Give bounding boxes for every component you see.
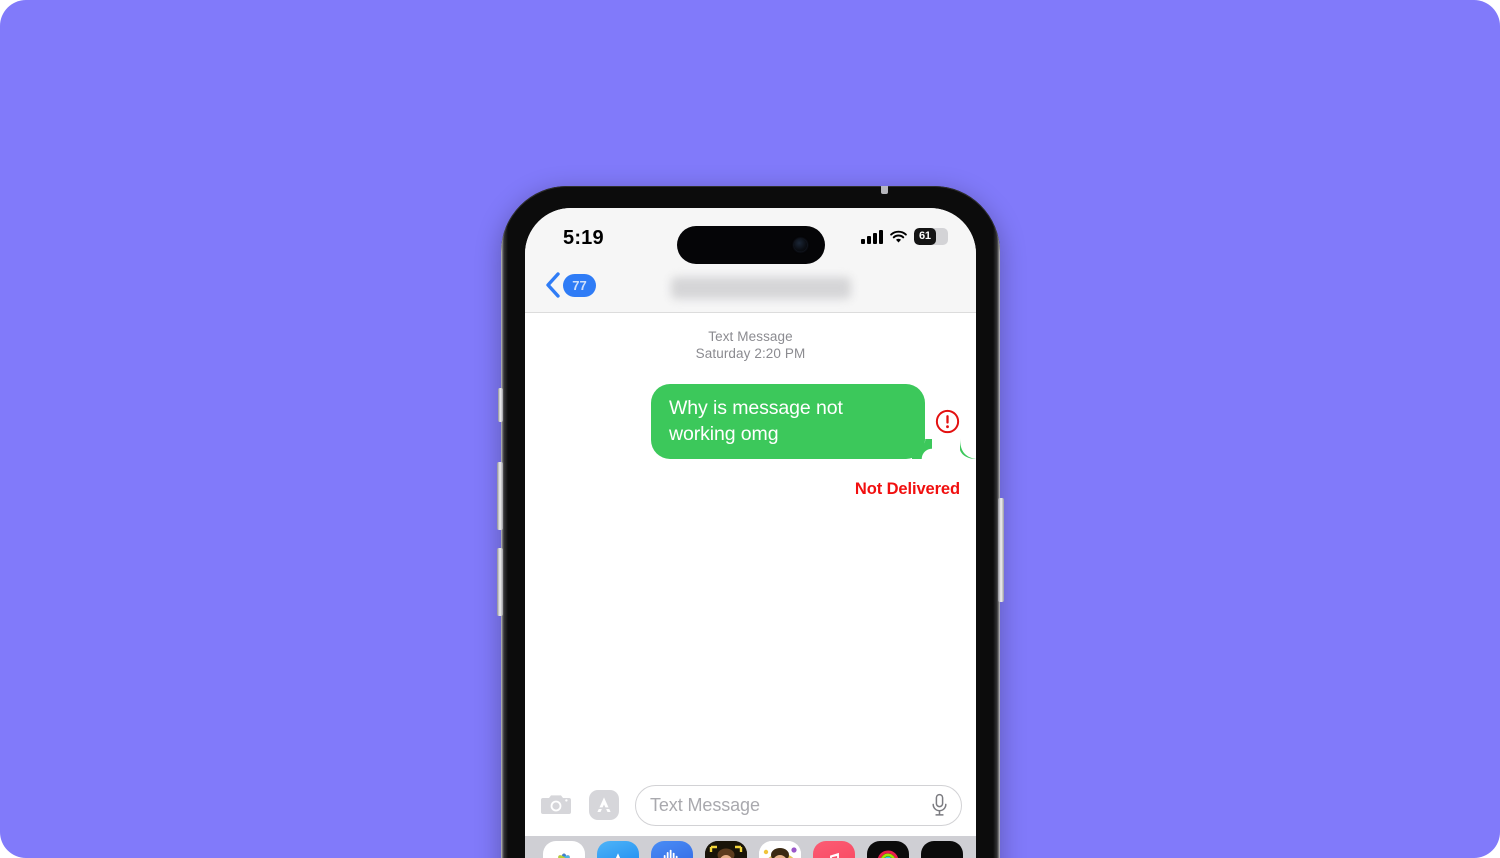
error-exclamation-icon[interactable]	[935, 409, 960, 434]
front-camera-icon	[793, 238, 807, 252]
thread-timestamp-header: Text Message Saturday 2:20 PM	[525, 329, 976, 362]
photos-app-icon[interactable]	[543, 841, 585, 858]
conversation-nav-bar: 77	[525, 264, 976, 313]
thread-date-label: Saturday 2:20 PM	[695, 345, 806, 361]
not-delivered-status: Not Delivered	[854, 480, 960, 498]
microphone-icon[interactable]	[930, 793, 949, 817]
message-input-bar: Text Message	[525, 774, 976, 836]
contact-name-redacted[interactable]	[671, 277, 851, 299]
status-indicators: 61	[861, 228, 948, 245]
message-thread: Text Message Saturday 2:20 PM Why is mes…	[525, 313, 976, 739]
message-bubble-outgoing[interactable]: Why is message not working omg	[651, 384, 925, 459]
back-chevron-icon	[546, 272, 560, 298]
bubble-tail	[960, 438, 976, 459]
unread-count-badge: 77	[563, 273, 596, 297]
text-message-placeholder: Text Message	[650, 794, 760, 815]
apple-music-app-icon[interactable]	[813, 841, 855, 858]
more-app-icon[interactable]	[921, 841, 963, 858]
power-button[interactable]	[998, 498, 1004, 602]
silent-switch[interactable]	[498, 388, 503, 422]
phone-screen: 5:19 61 77 Text Message Saturday 2:20 PM…	[525, 208, 976, 858]
back-button[interactable]: 77	[545, 272, 596, 298]
status-time: 5:19	[563, 227, 604, 249]
memoji-app-icon[interactable]	[705, 841, 747, 858]
imessage-app-drawer[interactable]	[525, 836, 976, 858]
app-store-icon[interactable]	[587, 788, 621, 822]
camera-icon[interactable]	[539, 788, 573, 822]
thread-type-label: Text Message	[708, 329, 793, 344]
cellular-bars-icon	[861, 229, 883, 244]
message-row: Why is message not working omg Not Deliv…	[525, 384, 976, 498]
status-bar: 5:19 61	[525, 208, 976, 264]
page-canvas: 5:19 61 77 Text Message Saturday 2:20 PM…	[0, 0, 1500, 858]
volume-up-button[interactable]	[497, 462, 503, 530]
volume-down-button[interactable]	[497, 548, 503, 616]
battery-icon: 61	[914, 228, 948, 245]
text-message-field[interactable]: Text Message	[635, 784, 962, 826]
dynamic-island	[676, 226, 825, 264]
app-store-app-icon[interactable]	[597, 841, 639, 858]
iphone-device-frame: 5:19 61 77 Text Message Saturday 2:20 PM…	[497, 186, 1004, 858]
audio-message-app-icon[interactable]	[651, 841, 693, 858]
wifi-icon	[890, 230, 907, 243]
antenna-band	[881, 186, 888, 194]
fitness-app-icon[interactable]	[867, 841, 909, 858]
battery-percent: 61	[919, 230, 931, 242]
memoji-stickers-app-icon[interactable]	[759, 841, 801, 858]
